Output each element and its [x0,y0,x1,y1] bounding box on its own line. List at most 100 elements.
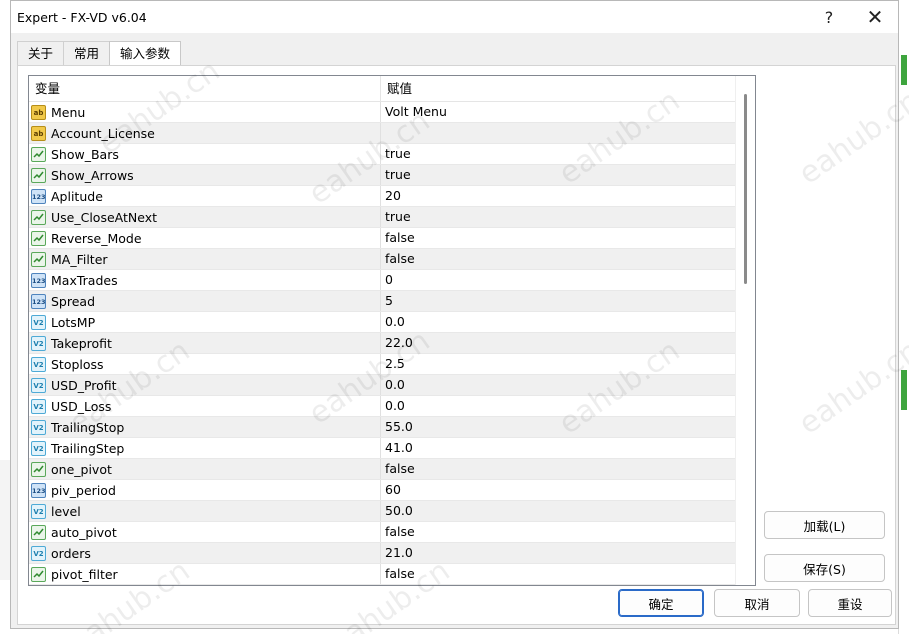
save-button[interactable]: 保存(S) [764,554,885,582]
value-cell[interactable]: 22.0 [381,333,735,353]
tab-about[interactable]: 关于 [17,41,65,65]
variable-cell[interactable]: V2 Stoploss [29,354,381,374]
variable-cell[interactable]: MA_Filter [29,249,381,269]
cancel-button[interactable]: 取消 [714,589,800,617]
variable-cell[interactable]: Use_CloseAtNext [29,207,381,227]
table-row[interactable]: 123 Spread 5 [29,291,737,312]
load-button[interactable]: 加载(L) [764,511,885,539]
variable-name: one_pivot [51,461,112,477]
variable-cell[interactable]: 123 MaxTrades [29,270,381,290]
value-cell[interactable]: 55.0 [381,417,735,437]
table-row[interactable]: 123 MaxTrades 0 [29,270,737,291]
table-row[interactable]: V2 orders 21.0 [29,543,737,564]
value-cell[interactable]: 5 [381,291,735,311]
table-row[interactable]: ab Menu Volt Menu [29,102,737,123]
value-cell[interactable]: 21.0 [381,543,735,563]
variable-cell[interactable]: Show_Arrows [29,165,381,185]
close-icon: ✕ [866,5,884,29]
value-cell[interactable]: 60 [381,480,735,500]
bool-type-icon [31,230,46,246]
variable-cell[interactable]: 123 Spread [29,291,381,311]
variable-cell[interactable]: V2 TrailingStop [29,417,381,437]
value-cell[interactable]: 2.5 [381,354,735,374]
value-cell[interactable]: Volt Menu [381,102,735,122]
table-row[interactable]: V2 level 50.0 [29,501,737,522]
tab-common[interactable]: 常用 [63,41,111,65]
int-type-icon: 123 [31,293,46,309]
value-cell[interactable]: false [381,228,735,248]
vertical-scrollbar[interactable] [735,76,755,585]
tab-strip: 关于 常用 输入参数 [17,41,182,66]
value-cell[interactable]: 0.0 [381,312,735,332]
table-row[interactable]: Show_Arrows true [29,165,737,186]
bool-type-icon [31,524,46,540]
table-row[interactable]: Show_Bars true [29,144,737,165]
value-cell[interactable]: false [381,522,735,542]
variable-cell[interactable]: pivot_filter [29,564,381,584]
variable-cell[interactable]: V2 Takeprofit [29,333,381,353]
variable-name: Menu [51,104,86,120]
variable-cell[interactable]: Reverse_Mode [29,228,381,248]
variable-cell[interactable]: ab Account_License [29,123,381,143]
value-cell[interactable] [381,123,735,143]
table-row[interactable]: V2 TrailingStop 55.0 [29,417,737,438]
variable-name: Aplitude [51,188,103,204]
expert-properties-dialog: Expert - FX-VD v6.04 ? ✕ 关于 常用 输入参数 变量 赋… [10,0,899,629]
table-row[interactable]: V2 USD_Profit 0.0 [29,375,737,396]
table-row[interactable]: 123 piv_period 60 [29,480,737,501]
table-row[interactable]: V2 Stoploss 2.5 [29,354,737,375]
table-row[interactable]: 123 Aplitude 20 [29,186,737,207]
variable-name: USD_Loss [51,398,112,414]
variable-cell[interactable]: auto_pivot [29,522,381,542]
variable-cell[interactable]: 123 piv_period [29,480,381,500]
value-cell[interactable]: true [381,165,735,185]
variable-cell[interactable]: V2 LotsMP [29,312,381,332]
table-row[interactable]: V2 TrailingStep 41.0 [29,438,737,459]
ok-button[interactable]: 确定 [618,589,704,617]
variable-cell[interactable]: V2 level [29,501,381,521]
value-cell[interactable]: 0.0 [381,396,735,416]
table-row[interactable]: Reverse_Mode false [29,228,737,249]
table-row[interactable]: one_pivot false [29,459,737,480]
close-button[interactable]: ✕ [852,1,898,33]
value-cell[interactable]: false [381,249,735,269]
variable-cell[interactable]: V2 USD_Profit [29,375,381,395]
variable-cell[interactable]: Show_Bars [29,144,381,164]
value-cell[interactable]: 20 [381,186,735,206]
table-row[interactable]: auto_pivot false [29,522,737,543]
value-cell[interactable]: 0.0 [381,375,735,395]
table-row[interactable]: V2 Takeprofit 22.0 [29,333,737,354]
value-cell[interactable]: 0 [381,270,735,290]
table-row[interactable]: ab Account_License [29,123,737,144]
value-cell[interactable]: 50.0 [381,501,735,521]
variable-cell[interactable]: ab Menu [29,102,381,122]
window-title: Expert - FX-VD v6.04 [17,9,147,25]
double-type-icon: V2 [31,335,46,351]
variable-cell[interactable]: V2 USD_Loss [29,396,381,416]
double-type-icon: V2 [31,356,46,372]
value-cell[interactable]: 41.0 [381,438,735,458]
column-header-variable[interactable]: 变量 [29,76,381,101]
variable-name: piv_period [51,482,116,498]
help-button[interactable]: ? [806,1,852,33]
variable-cell[interactable]: V2 TrailingStep [29,438,381,458]
value-cell[interactable]: true [381,207,735,227]
variable-cell[interactable]: one_pivot [29,459,381,479]
table-row[interactable]: V2 LotsMP 0.0 [29,312,737,333]
value-cell[interactable]: false [381,564,735,584]
table-row[interactable]: Use_CloseAtNext true [29,207,737,228]
column-header-value[interactable]: 赋值 [381,76,735,101]
reset-button[interactable]: 重设 [808,589,892,617]
value-cell[interactable]: false [381,459,735,479]
value-cell[interactable]: true [381,144,735,164]
table-row[interactable]: V2 USD_Loss 0.0 [29,396,737,417]
table-row[interactable]: pivot_filter false [29,564,737,585]
double-type-icon: V2 [31,545,46,561]
variable-cell[interactable]: V2 orders [29,543,381,563]
variable-cell[interactable]: 123 Aplitude [29,186,381,206]
variable-name: TrailingStop [51,419,125,435]
tab-inputs[interactable]: 输入参数 [109,41,182,66]
scrollbar-thumb[interactable] [744,94,747,284]
string-type-icon: ab [31,104,46,120]
table-row[interactable]: MA_Filter false [29,249,737,270]
